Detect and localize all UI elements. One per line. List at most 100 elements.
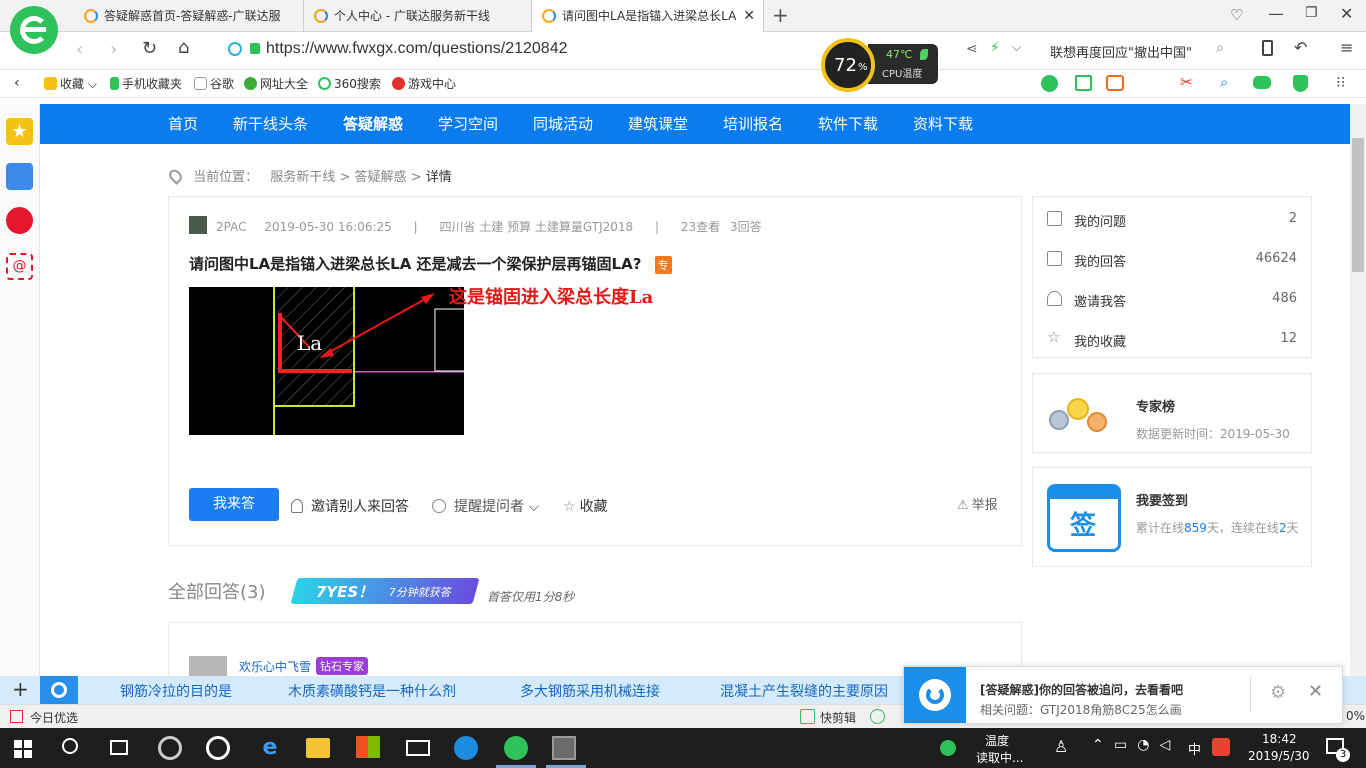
add-icon[interactable]: + [12, 677, 29, 701]
avatar[interactable] [189, 216, 207, 234]
email-icon[interactable]: @ [6, 253, 33, 280]
home-icon[interactable]: ⌂ [178, 37, 189, 58]
app-share-icon[interactable] [206, 736, 230, 760]
phone-icon[interactable] [1262, 40, 1273, 56]
search-circle-icon[interactable] [40, 676, 78, 704]
close-icon[interactable]: ✕ [1308, 681, 1323, 702]
assistant-icon[interactable] [1041, 75, 1058, 92]
stat-my-questions[interactable]: 我的问题 2 [1033, 199, 1311, 239]
favorites-star-icon[interactable]: ★ [6, 118, 33, 145]
stat-my-answers[interactable]: 我的回答 46624 [1033, 239, 1311, 279]
nav-classroom[interactable]: 建筑课堂 [628, 104, 688, 144]
hot-item[interactable]: 混凝土产生裂缝的主要原因 [720, 681, 888, 701]
hot-item[interactable]: 钢筋冷拉的目的是 [120, 681, 232, 701]
page-scrollbar[interactable] [1350, 104, 1366, 676]
maximize-icon[interactable]: ❐ [1305, 5, 1318, 21]
hot-item[interactable]: 多大钢筋采用机械连接 [520, 681, 660, 701]
fav-sites[interactable]: 网址大全 [244, 75, 308, 92]
app-window-icon[interactable] [552, 736, 576, 760]
close-tab-icon[interactable]: ✕ [743, 0, 755, 32]
tab-profile[interactable]: 个人中心 - 广联达服务新干线 [304, 0, 532, 32]
task-view-icon[interactable] [110, 740, 128, 755]
browser-360-taskbar-icon[interactable] [504, 736, 528, 760]
clock-date[interactable]: 2019/5/30 [1248, 749, 1310, 763]
share-icon[interactable]: ⋖ [966, 41, 978, 57]
answerer-name[interactable]: 欢乐心中飞雪 [239, 658, 311, 675]
sidebar-toggle-icon[interactable]: ‹ [14, 75, 20, 91]
tray-icons[interactable]: ▭◔◁ [1114, 737, 1180, 753]
fav-360search[interactable]: 360搜索 [318, 75, 381, 92]
close-window-icon[interactable]: ✕ [1340, 4, 1353, 23]
refresh-icon[interactable]: ↻ [142, 38, 157, 59]
folder-icon[interactable] [306, 738, 330, 758]
breadcrumb-link[interactable]: 服务新干线 [270, 170, 335, 185]
browser-logo-icon[interactable] [10, 6, 58, 54]
fav-collect[interactable]: 收藏 ⌵ [44, 75, 97, 92]
ime-indicator[interactable]: 中 [1188, 739, 1201, 758]
fav-mobile[interactable]: 手机收藏夹 [110, 75, 182, 92]
tray-expand-icon[interactable]: ⌃ [1092, 737, 1104, 753]
forward-icon[interactable]: › [110, 39, 117, 60]
stat-favorites[interactable]: ☆ 我的收藏 12 [1033, 319, 1311, 359]
nav-home[interactable]: 首页 [168, 104, 198, 144]
nav-qa[interactable]: 答疑解惑 [343, 104, 403, 144]
scissors-icon[interactable]: ✂ [1180, 73, 1193, 91]
question-image[interactable]: La [189, 287, 464, 435]
weather-icon[interactable] [940, 740, 956, 756]
gamepad-icon[interactable] [1253, 76, 1271, 89]
sogou-ime-icon[interactable] [1212, 738, 1230, 756]
mail-icon[interactable] [406, 740, 430, 756]
undo-icon[interactable]: ↶ [1294, 38, 1307, 57]
favorite-button[interactable]: ☆ 收藏 [563, 496, 608, 516]
settings-gear-icon[interactable]: ⚙ [1270, 682, 1286, 703]
scroll-thumb[interactable] [1352, 138, 1364, 272]
nav-headlines[interactable]: 新干线头条 [233, 104, 308, 144]
book-icon[interactable] [1075, 75, 1092, 91]
magnifier-icon[interactable]: ⌕ [1220, 73, 1228, 91]
search-icon[interactable] [62, 738, 78, 754]
notif-related[interactable]: 相关问题：GTJ2018角筋8C25怎么画 [980, 701, 1182, 718]
fav-games[interactable]: 游戏中心 [392, 75, 456, 92]
back-icon[interactable]: ‹ [76, 39, 83, 60]
edge-icon[interactable]: e [258, 736, 282, 760]
stat-invited[interactable]: 邀请我答 486 [1033, 279, 1311, 319]
nav-documents[interactable]: 资料下载 [913, 104, 973, 144]
tab-home[interactable]: 答疑解惑首页-答疑解惑-广联达服 [74, 0, 304, 32]
author-name[interactable]: 2PAC [216, 220, 246, 234]
hot-search-text[interactable]: 联想再度回应"撤出中国" [1050, 42, 1192, 61]
list-icon[interactable] [6, 163, 33, 190]
grid-icon[interactable]: ⁝⁝ [1336, 73, 1346, 91]
hot-item[interactable]: 木质素磺酸钙是一种什么剂 [288, 681, 456, 701]
flash-icon[interactable]: ⚡ [990, 40, 1000, 56]
nav-events[interactable]: 同城活动 [533, 104, 593, 144]
answer-button[interactable]: 我来答 [189, 488, 279, 521]
sogou-icon[interactable] [454, 736, 478, 760]
zoom-level[interactable]: 0% [1346, 709, 1365, 723]
skin-icon[interactable]: ♡ [1230, 6, 1243, 24]
search-icon[interactable]: ⌕ [1216, 40, 1224, 56]
cpu-gauge[interactable]: 72 % [821, 38, 875, 92]
nav-training[interactable]: 培训报名 [723, 104, 783, 144]
invite-button[interactable]: 邀请别人来回答 [291, 496, 409, 516]
breadcrumb-link[interactable]: 答疑解惑 [355, 170, 407, 185]
tv-icon[interactable] [1106, 75, 1124, 91]
windows-start-icon[interactable] [14, 740, 32, 758]
remind-button[interactable]: 提醒提问者 ⌵ [432, 496, 539, 516]
menu-icon[interactable]: ≡ [1340, 38, 1353, 57]
url-field[interactable]: https://www.fwxgx.com/questions/2120842 [220, 36, 810, 66]
minimize-icon[interactable]: — [1268, 4, 1284, 23]
people-icon[interactable]: ♙ [1054, 737, 1068, 756]
daily-picks[interactable]: 今日优选 [30, 709, 78, 726]
clock-time[interactable]: 18:42 [1262, 732, 1297, 746]
notif-title[interactable]: [答疑解惑]你的回答被追问，去看看吧 [980, 681, 1183, 698]
quick-clip[interactable]: 快剪辑 [820, 709, 856, 726]
expert-rank-card[interactable]: 专家榜 数据更新时间：2019-05-30 [1032, 373, 1312, 453]
store-icon[interactable] [356, 736, 380, 758]
tab-question[interactable]: 请问图中LA是指锚入进梁总长LA ✕ [532, 0, 764, 33]
nav-software[interactable]: 软件下载 [818, 104, 878, 144]
report-button[interactable]: ⚠ 举报 [957, 494, 998, 513]
fav-google[interactable]: 谷歌 [194, 75, 234, 92]
app-360-icon[interactable] [158, 736, 182, 760]
shield-icon[interactable] [1293, 75, 1308, 92]
notification-popup[interactable]: [答疑解惑]你的回答被追问，去看看吧 相关问题：GTJ2018角筋8C25怎么画… [903, 666, 1343, 724]
